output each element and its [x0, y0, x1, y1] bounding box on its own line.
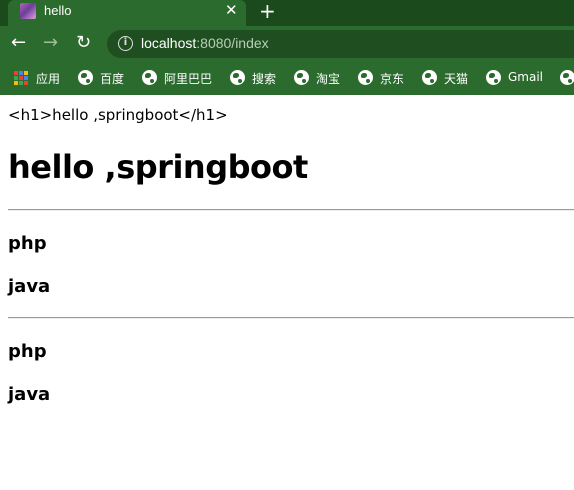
tab-strip: hello ✕ +	[0, 0, 574, 26]
tab-hello[interactable]: hello ✕	[8, 0, 246, 26]
apps-grid-icon	[14, 71, 28, 85]
list-item: java	[8, 276, 51, 297]
bookmarks-bar: 应用 百度 阿里巴巴 搜索 淘宝 京东 天猫 Gmail	[0, 62, 574, 95]
bookmark-label: 天猫	[444, 72, 469, 86]
globe-icon	[486, 70, 501, 85]
globe-icon	[560, 70, 574, 85]
list-item: php	[8, 233, 47, 254]
bookmark-label: 淘宝	[316, 72, 341, 86]
bookmark-label: 京东	[380, 72, 405, 86]
globe-icon	[294, 70, 309, 85]
divider	[8, 317, 574, 319]
divider	[8, 209, 574, 211]
back-arrow-icon[interactable]: ←	[11, 32, 26, 54]
browser-toolbar: ← → ↻ i localhost:8080/index	[0, 26, 574, 62]
page-viewport: <h1>hello ,springboot</h1> hello ,spring…	[0, 95, 574, 490]
globe-icon	[422, 70, 437, 85]
favicon-icon	[20, 3, 36, 19]
address-bar[interactable]: i localhost:8080/index	[107, 30, 574, 58]
bookmark-label: 应用	[36, 72, 61, 86]
globe-icon	[230, 70, 245, 85]
globe-icon	[142, 70, 157, 85]
new-tab-button[interactable]: +	[259, 0, 276, 23]
bookmark-label: 搜索	[252, 72, 277, 86]
tab-title: hello	[44, 3, 72, 18]
list-item: java	[8, 384, 51, 405]
list-item: php	[8, 341, 47, 362]
globe-icon	[358, 70, 373, 85]
url-host: localhost	[141, 35, 197, 51]
bookmark-label: 百度	[100, 72, 125, 86]
forward-arrow-icon[interactable]: →	[43, 32, 58, 54]
page-heading: hello ,springboot	[8, 148, 308, 186]
url-text[interactable]: localhost:8080/index	[141, 35, 269, 51]
globe-icon	[78, 70, 93, 85]
bookmark-label: 阿里巴巴	[164, 72, 213, 86]
close-icon[interactable]: ✕	[225, 1, 238, 19]
raw-html-text: <h1>hello ,springboot</h1>	[8, 106, 228, 124]
info-icon[interactable]: i	[118, 36, 133, 51]
bookmark-label: Gmail	[508, 70, 544, 84]
reload-icon[interactable]: ↻	[76, 32, 91, 54]
url-port-path: :8080/index	[196, 35, 269, 51]
